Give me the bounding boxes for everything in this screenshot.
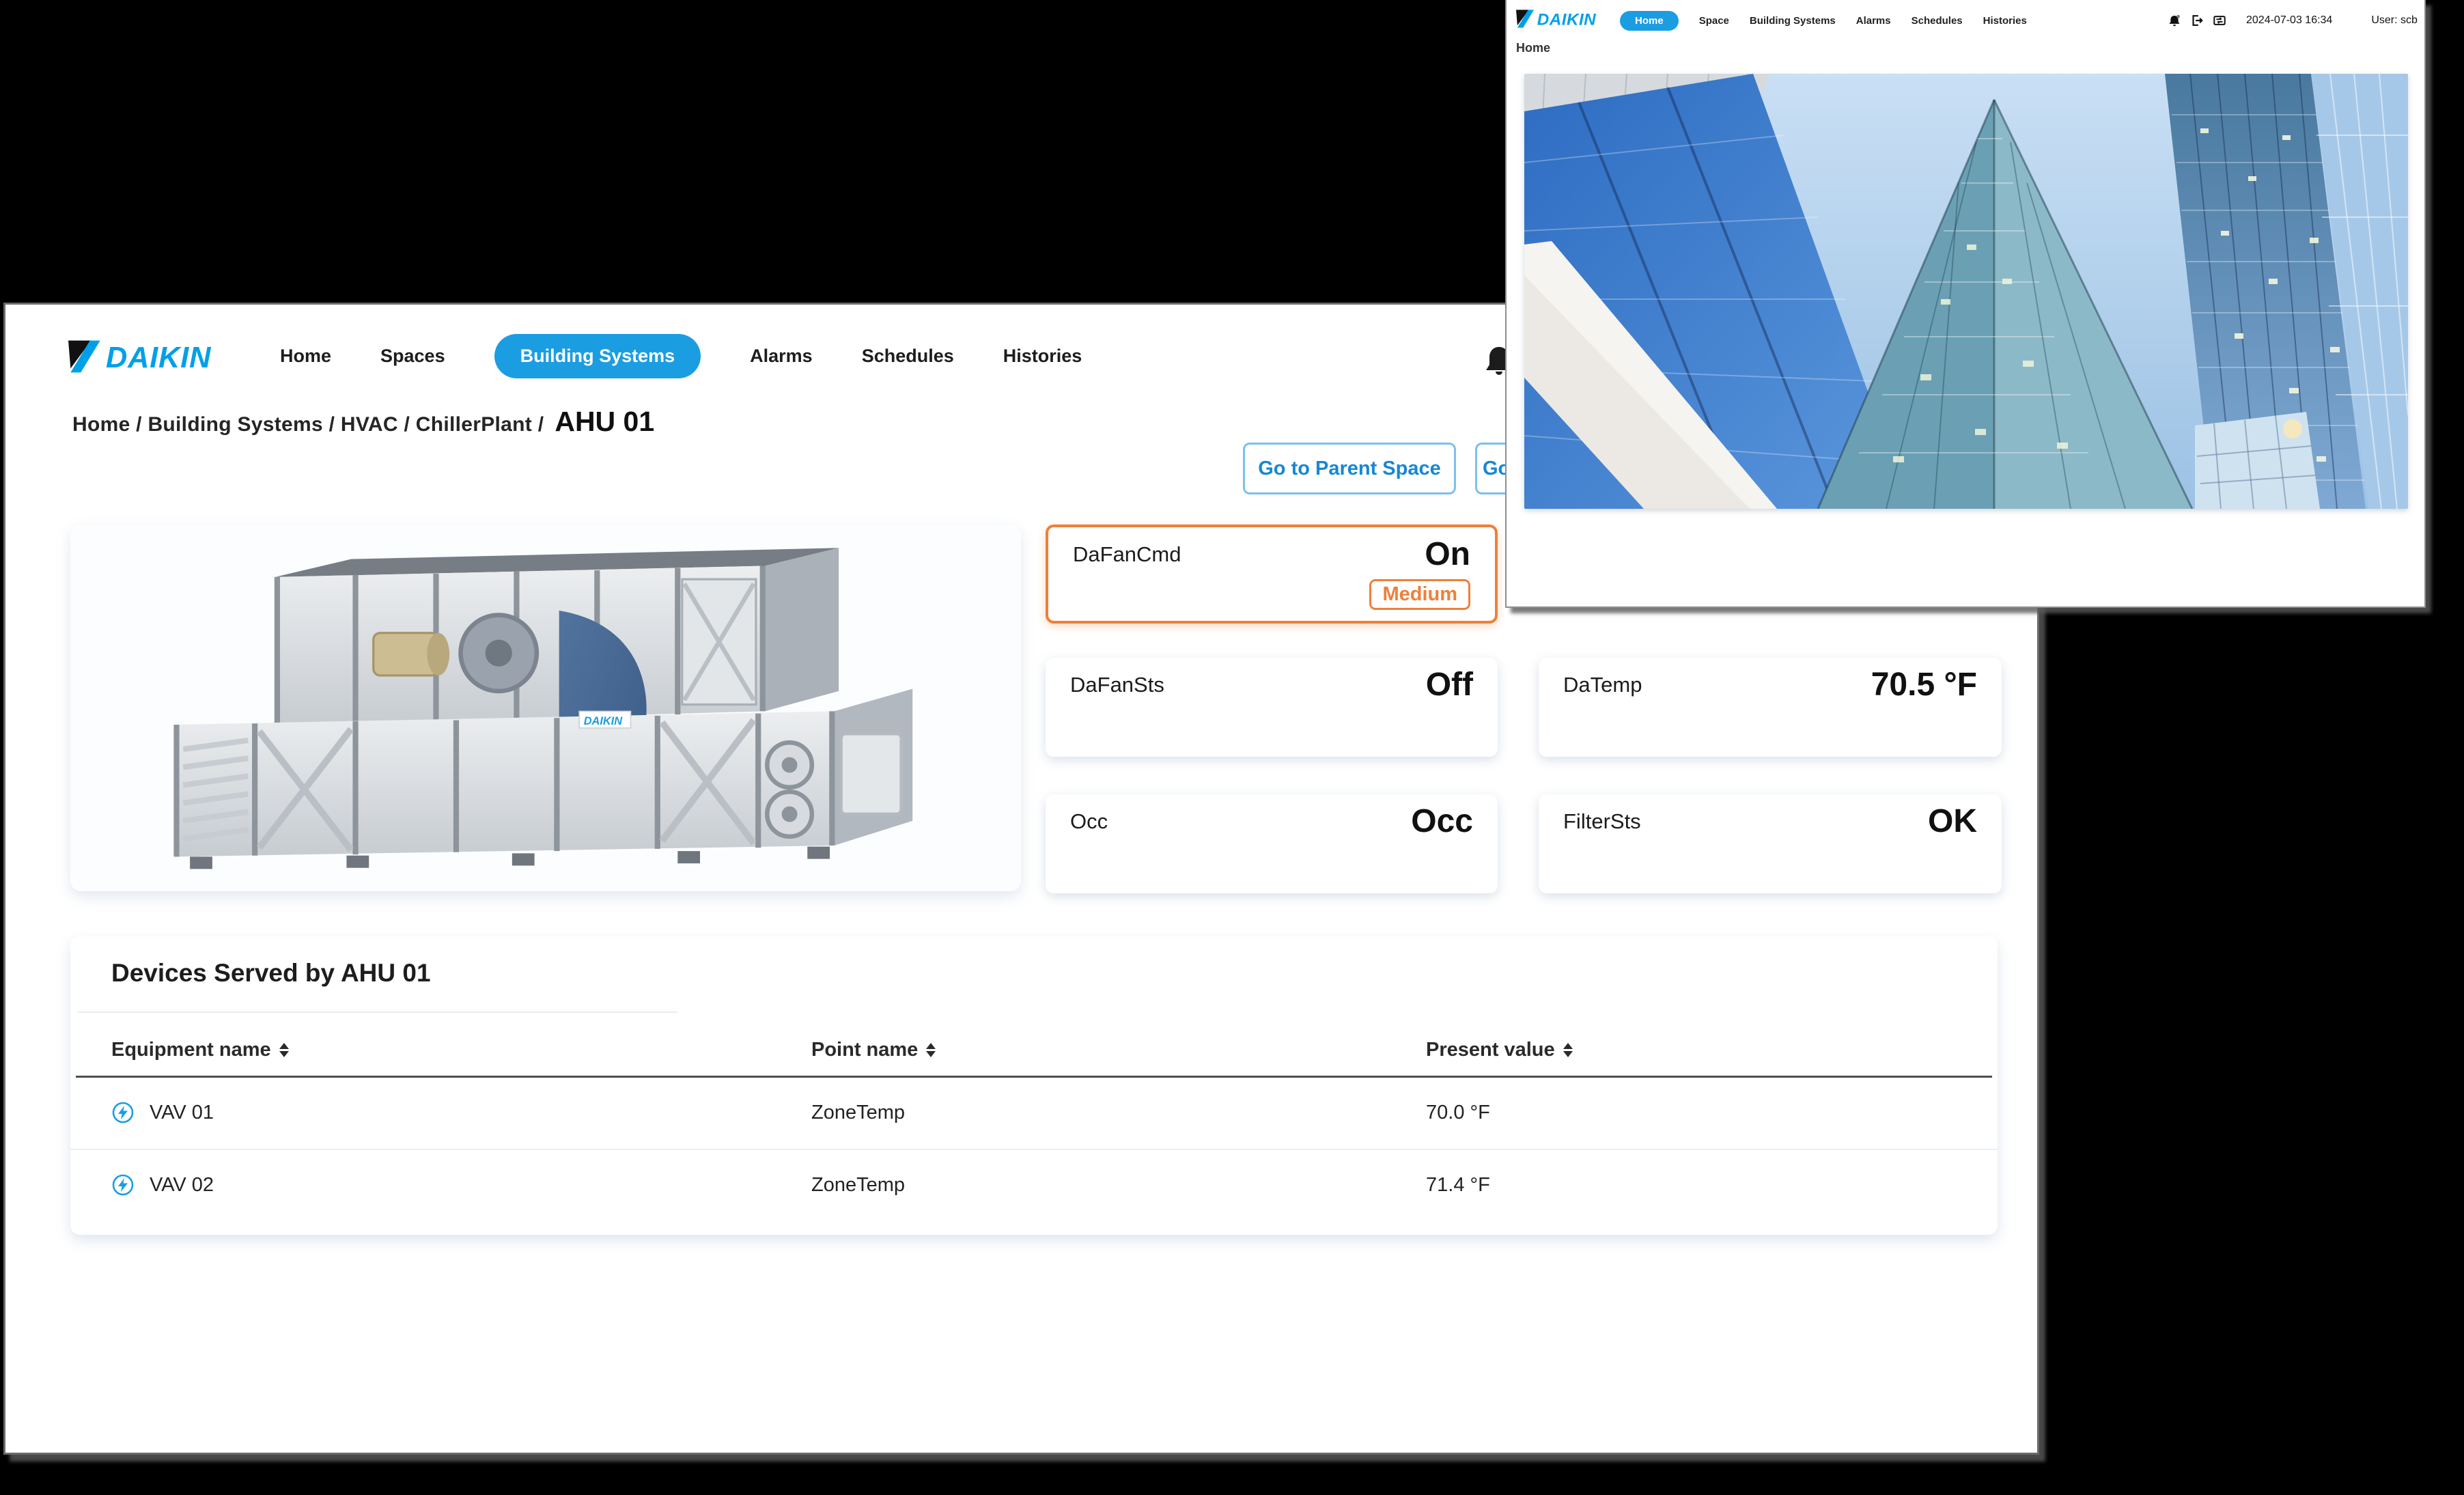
column-header-present-value[interactable]: Present value [1426,1039,1957,1061]
column-header-point[interactable]: Point name [811,1039,1426,1061]
bell-icon[interactable] [2168,14,2181,27]
point-value: 70.5 °F [1871,666,1977,703]
nav-item-histories[interactable]: Histories [1003,346,1082,367]
ahu-equipment-image: DAIKIN [143,546,949,870]
point-card-filtersts[interactable]: FilterSts OK [1539,794,2002,893]
overlay-breadcrumb: Home [1516,41,1550,55]
nav-item-schedules[interactable]: Schedules [1912,15,1963,27]
table-row[interactable]: VAV 01 ZoneTemp 70.0 °F [70,1078,1998,1147]
overlay-home-window: DAIKIN Home Space Building Systems Alarm… [1505,0,2426,608]
point-value: OK [1928,802,1977,840]
devices-table-title: Devices Served by AHU 01 [111,959,431,988]
skyscraper-photo [1524,74,2408,509]
page-title: AHU 01 [555,406,654,438]
point-name: ZoneTemp [811,1174,905,1197]
title-divider [77,1011,678,1013]
daikin-logo-text: DAIKIN [1537,10,1596,29]
device-bolt-icon[interactable] [111,1101,135,1124]
breadcrumb: Home / Building Systems / HVAC / Chiller… [72,406,654,438]
overlay-nav: Home Space Building Systems Alarms Sched… [1620,7,2027,34]
table-row[interactable]: VAV 02 ZoneTemp 71.4 °F [70,1149,1998,1218]
point-value: Occ [1411,802,1473,840]
datetime-label: 2024-07-03 16:34 [2246,14,2332,27]
sort-icon[interactable] [926,1043,936,1057]
equipment-name[interactable]: VAV 02 [150,1174,214,1197]
point-label: Occ [1070,809,1108,834]
nav-item-alarms[interactable]: Alarms [1856,15,1891,27]
nav-item-home[interactable]: Home [280,346,331,367]
equipment-image-card: DAIKIN [70,525,1021,891]
overlay-topbar-right: 2024-07-03 16:34 User: scb [2168,7,2418,34]
point-badge: Medium [1369,579,1470,610]
nav-item-home[interactable]: Home [1620,11,1679,31]
nav-item-histories[interactable]: Histories [1983,15,2027,27]
nav-item-space[interactable]: Space [1699,15,1729,27]
devices-table-card: Devices Served by AHU 01 Equipment name … [70,936,1998,1235]
desktop-background: DAIKIN Home Spaces Building Systems Alar… [0,0,2464,1495]
point-label: DaFanSts [1070,673,1164,697]
daikin-logo: DAIKIN [68,337,239,376]
device-bolt-icon[interactable] [111,1173,135,1197]
present-value: 70.0 °F [1426,1102,1490,1124]
go-to-parent-space-button[interactable]: Go to Parent Space [1243,443,1456,494]
point-label: DaTemp [1563,673,1642,697]
sort-icon[interactable] [1563,1043,1573,1057]
nav-item-spaces[interactable]: Spaces [380,346,445,367]
switch-user-icon[interactable] [2213,14,2226,27]
point-label: FilterSts [1563,809,1641,834]
nav-item-alarms[interactable]: Alarms [750,346,813,367]
point-card-occ[interactable]: Occ Occ [1046,794,1498,893]
point-name: ZoneTemp [811,1102,905,1124]
logout-icon[interactable] [2190,14,2204,27]
nav-item-schedules[interactable]: Schedules [862,346,954,367]
svg-text:DAIKIN: DAIKIN [584,715,624,727]
sort-icon[interactable] [279,1043,289,1057]
column-header-equipment[interactable]: Equipment name [111,1039,811,1061]
daikin-logo: DAIKIN [1516,8,1612,29]
point-card-dafancmd[interactable]: DaFanCmd On Medium [1046,525,1498,624]
point-value: Off [1426,666,1473,703]
point-card-datemp[interactable]: DaTemp 70.5 °F [1539,658,2002,757]
point-label: DaFanCmd [1073,542,1181,567]
point-card-dafansts[interactable]: DaFanSts Off [1046,658,1498,757]
present-value: 71.4 °F [1426,1174,1490,1197]
nav-item-building-systems[interactable]: Building Systems [494,334,701,378]
equipment-name[interactable]: VAV 01 [150,1102,214,1124]
breadcrumb-path[interactable]: Home / Building Systems / HVAC / Chiller… [72,413,544,436]
nav-item-building-systems[interactable]: Building Systems [1750,15,1836,27]
user-label: User: scb [2371,14,2418,27]
main-nav: Home Spaces Building Systems Alarms Sche… [280,332,1082,380]
point-value: On [1425,535,1470,573]
table-header-row: Equipment name Point name Present value [70,1029,1998,1071]
daikin-logo-text: DAIKIN [106,341,212,374]
